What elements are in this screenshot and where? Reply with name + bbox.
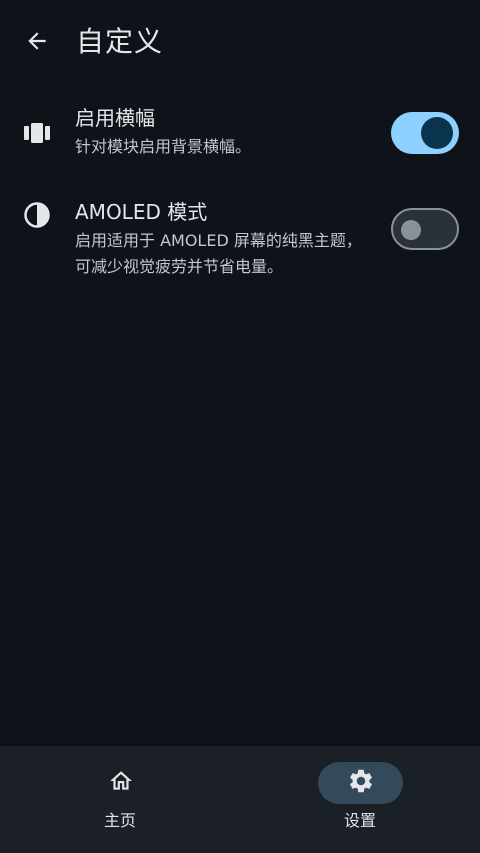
top-app-bar: 自定义 <box>0 0 480 84</box>
switch-thumb <box>421 117 453 149</box>
setting-title: AMOLED 模式 <box>75 200 208 224</box>
setting-description: 启用适用于 AMOLED 屏幕的纯黑主题，可减少视觉疲劳并节省电量。 <box>75 231 362 276</box>
switch-thumb <box>401 220 421 240</box>
setting-text: AMOLED 模式 启用适用于 AMOLED 屏幕的纯黑主题，可减少视觉疲劳并节… <box>75 198 365 280</box>
gear-icon <box>347 767 375 799</box>
app-screen: 自定义 启用横幅 针对模块启用背景横幅。 AMOLED 模式 启用适用于 AMO… <box>0 0 480 853</box>
amoled-toggle-switch[interactable] <box>391 208 459 250</box>
contrast-icon <box>22 200 52 230</box>
arrow-left-icon <box>24 28 50 58</box>
bottom-navigation-bar: 主页 设置 <box>0 746 480 853</box>
nav-item-home[interactable]: 主页 <box>0 746 240 853</box>
setting-row-amoled[interactable]: AMOLED 模式 启用适用于 AMOLED 屏幕的纯黑主题，可减少视觉疲劳并节… <box>0 196 480 312</box>
nav-indicator <box>78 762 163 804</box>
setting-title: 启用横幅 <box>75 106 155 130</box>
banner-toggle-switch[interactable] <box>391 112 459 154</box>
home-icon <box>108 768 134 798</box>
nav-label: 主页 <box>103 811 136 830</box>
setting-row-banner[interactable]: 启用横幅 针对模块启用背景横幅。 <box>0 100 480 172</box>
view-carousel-icon <box>22 118 52 148</box>
setting-description: 针对模块启用背景横幅。 <box>75 137 252 156</box>
nav-indicator-active <box>318 762 403 804</box>
nav-label: 设置 <box>343 811 376 830</box>
nav-item-settings[interactable]: 设置 <box>240 746 480 853</box>
setting-text: 启用横幅 针对模块启用背景横幅。 <box>75 104 365 160</box>
page-title: 自定义 <box>76 25 164 58</box>
back-button[interactable] <box>16 22 58 64</box>
